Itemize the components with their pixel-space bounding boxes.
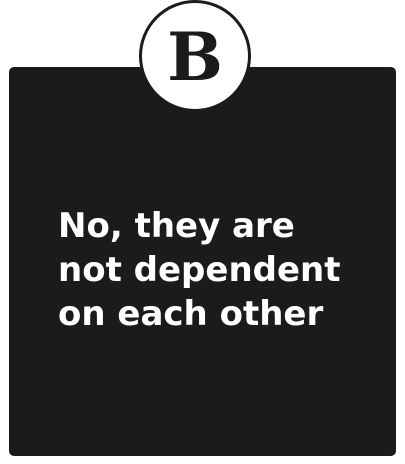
logo-letter: B	[167, 18, 223, 96]
answer-line-2: not dependent	[58, 250, 341, 290]
answer-text: No, they are not dependent on each other	[58, 204, 378, 336]
b-logo-icon: B	[139, 0, 251, 112]
answer-line-3: on each other	[58, 294, 324, 334]
answer-line-1: No, they are	[58, 206, 295, 246]
